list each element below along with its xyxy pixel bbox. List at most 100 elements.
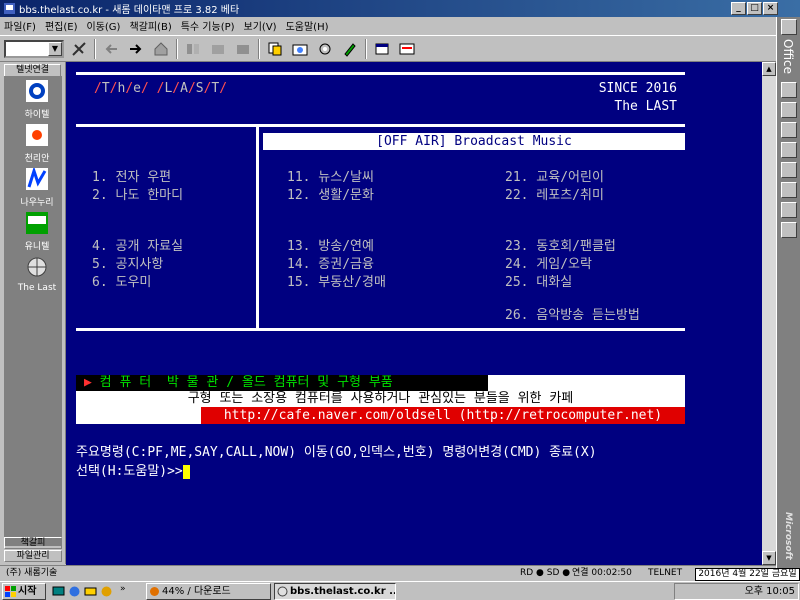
task-label: 44% / 다운로드 [162,586,231,597]
site-logo: /T/h/e/ /L/A/S/T/ [94,81,228,96]
connection-chollian[interactable]: 천리안 [4,124,70,164]
outlook-icon[interactable] [84,585,97,598]
globe-icon [27,257,47,277]
copy-icon[interactable] [265,39,285,59]
company-label: (주) 새롬기술 [6,568,58,578]
office-app-icon[interactable] [781,202,797,218]
start-button[interactable]: 시작 [2,583,46,600]
ie-icon[interactable] [68,585,81,598]
divider [256,124,259,328]
ad-banner-url[interactable]: http://cafe.naver.com/oldsell (http://re… [201,407,685,424]
back-icon[interactable] [101,39,121,59]
office-app-icon[interactable] [781,122,797,138]
connection-the-last[interactable]: The Last [4,256,70,293]
microsoft-label: Microsoft [783,512,793,560]
disconnect-icon[interactable] [69,39,89,59]
menu-entry[interactable]: 11. 뉴스/날씨 [287,166,374,185]
menu-entry[interactable]: 15. 부동산/경매 [287,271,386,290]
maximize-button[interactable]: □ [747,2,762,15]
task-dataman[interactable]: bbs.thelast.co.kr ... [274,583,396,600]
upload-icon[interactable] [208,39,228,59]
file-manager-tab[interactable]: 파일관리 [4,550,62,562]
start-label: 시작 [18,586,37,597]
menu-entry[interactable]: 6. 도우미 [92,271,151,290]
banner-title: 컴 퓨 터 박 물 관 / 올드 컴퓨터 및 구형 부품 [99,375,393,390]
menu-entry[interactable]: 4. 공개 자료실 [92,235,183,254]
toolbar: ▼ [0,35,776,62]
menu-entry[interactable]: 21. 교육/어린이 [505,166,604,185]
menu-entry[interactable]: 13. 방송/연예 [287,235,374,254]
text-cursor [182,464,190,479]
menu-entry[interactable]: 22. 레포츠/취미 [505,184,604,203]
layout-icon[interactable] [397,39,417,59]
menu-edit[interactable]: 편집(E) [45,18,78,33]
menu-entry[interactable]: 5. 공지사항 [92,253,163,272]
connection-hitel[interactable]: 하이텔 [4,80,70,120]
menu-view[interactable]: 보기(V) [244,18,277,33]
connection-list: 하이텔 천리안 나우누리 유니텔 The Last [4,76,62,546]
forward-icon[interactable] [126,39,146,59]
vertical-scrollbar[interactable]: ▲ ▼ [762,62,776,565]
menu-help[interactable]: 도움말(H) [286,18,329,33]
taskbar: 시작 » 44% / 다운로드 bbs.thelast.co.kr ... 오후… [0,581,800,600]
menu-entry[interactable]: 2. 나도 한마디 [92,184,183,203]
menu-entry[interactable]: 23. 동호회/팬클럽 [505,235,616,254]
terminal-screen[interactable]: /T/h/e/ /L/A/S/T/ SINCE 2016 The LAST [O… [66,62,762,565]
window-controls: _ □ × [731,2,778,15]
menu-entry[interactable]: 25. 대화실 [505,271,572,290]
minimize-button[interactable]: _ [731,2,746,15]
task-label: bbs.thelast.co.kr ... [290,586,396,597]
menu-special[interactable]: 특수 기능(P) [181,18,235,33]
arrow-icon: ▶ [84,375,92,390]
menu-go[interactable]: 이동(G) [87,18,121,33]
chevron-right-icon[interactable]: » [120,584,126,594]
connection-nownuri[interactable]: 나우누리 [4,166,70,208]
connection-label: The Last [17,283,57,293]
office-shortcut-bar: Office Microsoft [776,17,800,570]
menu-entry[interactable]: 26. 음악방송 듣는방법 [505,304,640,323]
app-icon [4,3,15,14]
title-bar: bbs.thelast.co.kr - 새롬 데이타맨 프로 3.82 베타 [0,0,800,17]
address-combo[interactable]: ▼ [4,39,64,58]
scroll-down-icon[interactable]: ▼ [762,551,776,565]
office-app-icon[interactable] [781,82,797,98]
office-app-icon[interactable] [781,182,797,198]
menu-bookmark[interactable]: 책갈피(B) [129,18,171,33]
unitel-icon [26,212,48,234]
office-app-icon[interactable] [781,102,797,118]
window-icon[interactable] [372,39,392,59]
toolbar-separator [365,38,367,59]
office-logo-icon[interactable] [781,19,797,35]
dataman-icon [277,586,288,597]
office-app-icon[interactable] [781,142,797,158]
task-download[interactable]: 44% / 다운로드 [146,583,271,600]
media-icon[interactable] [100,585,113,598]
chevron-down-icon[interactable]: ▼ [48,41,62,56]
toolbar-separator [94,38,96,59]
menu-entry[interactable]: 24. 게임/오락 [505,253,592,272]
menu-bar: 파일(F) 편집(E) 이동(G) 책갈피(B) 특수 기능(P) 보기(V) … [0,17,776,34]
capture-icon[interactable] [290,39,310,59]
desktop-icon[interactable] [52,585,65,598]
rd-sd-indicator: RD ● SD ● [520,568,571,578]
command-prompt[interactable]: 주요명령(C:PF,ME,SAY,CALL,NOW) 이동(GO,인덱스,번호)… [76,443,597,481]
menu-entry[interactable]: 14. 증권/금융 [287,253,374,272]
settings-icon[interactable] [315,39,335,59]
menu-file[interactable]: 파일(F) [4,18,36,33]
home-icon[interactable] [151,39,171,59]
bookmark-tab[interactable]: 책갈피 [4,537,62,549]
windows-flag-icon [5,586,16,597]
connection-unitel[interactable]: 유니텔 [4,212,70,252]
clock[interactable]: 오후 10:05 [745,586,795,597]
transfer-icon[interactable] [183,39,203,59]
office-app-icon[interactable] [781,222,797,238]
office-app-icon[interactable] [781,162,797,178]
download-icon[interactable] [233,39,253,59]
divider [76,328,685,331]
scroll-up-icon[interactable]: ▲ [762,62,776,76]
menu-entry[interactable]: 1. 전자 우편 [92,166,171,185]
menu-entry[interactable]: 12. 생활/문화 [287,184,374,203]
close-button[interactable]: × [763,2,778,15]
ad-banner-title: ▶ 컴 퓨 터 박 물 관 / 올드 컴퓨터 및 구형 부품 [76,375,685,391]
edit-icon[interactable] [340,39,360,59]
